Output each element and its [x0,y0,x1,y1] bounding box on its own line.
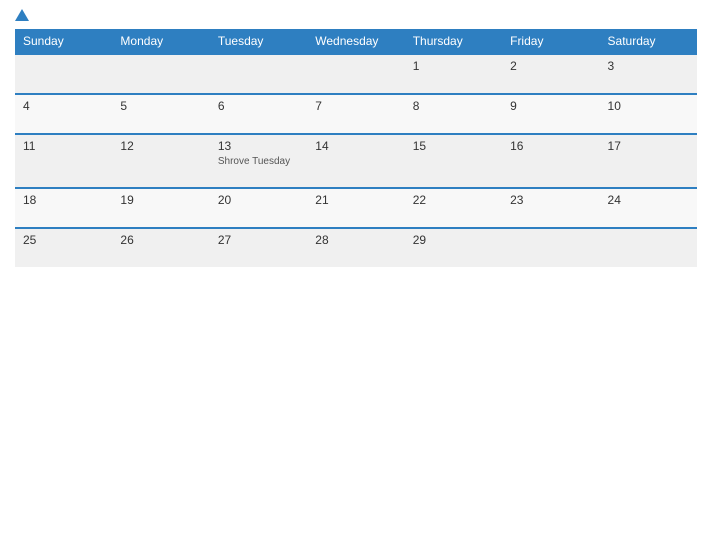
calendar-day-cell: 22 [405,188,502,228]
day-number: 4 [23,99,104,113]
calendar-week-row: 25 26 27 28 29 [15,228,697,267]
day-number: 12 [120,139,201,153]
day-number: 29 [413,233,494,247]
day-number: 9 [510,99,591,113]
calendar-header: Sunday Monday Tuesday Wednesday Thursday… [15,29,697,54]
logo-triangle-icon [15,9,29,21]
logo [15,10,31,21]
day-number: 11 [23,139,104,153]
header-wednesday: Wednesday [307,29,404,54]
day-number: 16 [510,139,591,153]
header-tuesday: Tuesday [210,29,307,54]
calendar-table: Sunday Monday Tuesday Wednesday Thursday… [15,29,697,267]
header-thursday: Thursday [405,29,502,54]
calendar-day-cell: 26 [112,228,209,267]
calendar-day-cell: 27 [210,228,307,267]
calendar-day-cell: 14 [307,134,404,188]
calendar-week-row: 4 5 6 7 8 9 10 [15,94,697,134]
day-number: 17 [608,139,689,153]
calendar-day-cell: 2 [502,54,599,94]
calendar-day-cell: 8 [405,94,502,134]
day-number: 25 [23,233,104,247]
day-number: 18 [23,193,104,207]
day-number: 10 [608,99,689,113]
day-number: 5 [120,99,201,113]
day-number: 2 [510,59,591,73]
calendar-day-cell [502,228,599,267]
calendar-day-cell [15,54,112,94]
day-number: 19 [120,193,201,207]
day-number: 22 [413,193,494,207]
header-sunday: Sunday [15,29,112,54]
calendar-day-cell: 9 [502,94,599,134]
calendar-day-cell: 1 [405,54,502,94]
calendar-day-cell: 10 [600,94,697,134]
logo-blue-text [15,10,31,21]
day-number: 13 [218,139,299,153]
calendar-day-cell [112,54,209,94]
calendar-day-cell: 17 [600,134,697,188]
calendar-day-cell: 19 [112,188,209,228]
calendar-day-cell [600,228,697,267]
calendar-day-cell [210,54,307,94]
calendar-day-cell [307,54,404,94]
day-number: 21 [315,193,396,207]
calendar-day-cell: 16 [502,134,599,188]
calendar-day-cell: 13 Shrove Tuesday [210,134,307,188]
calendar-day-cell: 12 [112,134,209,188]
calendar-day-cell: 3 [600,54,697,94]
calendar-day-cell: 5 [112,94,209,134]
calendar-week-row: 18 19 20 21 22 23 24 [15,188,697,228]
day-number: 3 [608,59,689,73]
day-number: 27 [218,233,299,247]
day-number: 26 [120,233,201,247]
header-monday: Monday [112,29,209,54]
calendar-day-cell: 29 [405,228,502,267]
day-number: 28 [315,233,396,247]
days-header-row: Sunday Monday Tuesday Wednesday Thursday… [15,29,697,54]
calendar-day-cell: 4 [15,94,112,134]
header-saturday: Saturday [600,29,697,54]
header-friday: Friday [502,29,599,54]
calendar-day-cell: 20 [210,188,307,228]
calendar-day-cell: 15 [405,134,502,188]
day-number: 1 [413,59,494,73]
day-number: 14 [315,139,396,153]
day-event: Shrove Tuesday [218,156,290,167]
calendar-week-row: 11 12 13 Shrove Tuesday 14 15 16 17 [15,134,697,188]
day-number: 20 [218,193,299,207]
calendar-day-cell: 11 [15,134,112,188]
calendar-day-cell: 28 [307,228,404,267]
calendar-page: Sunday Monday Tuesday Wednesday Thursday… [0,0,712,550]
day-number: 7 [315,99,396,113]
calendar-body: 12345678910111213Shrove Tuesday141516171… [15,54,697,267]
day-number: 15 [413,139,494,153]
calendar-day-cell: 25 [15,228,112,267]
calendar-day-cell: 24 [600,188,697,228]
day-number: 6 [218,99,299,113]
calendar-day-cell: 21 [307,188,404,228]
calendar-day-cell: 23 [502,188,599,228]
day-number: 8 [413,99,494,113]
calendar-week-row: 1 2 3 [15,54,697,94]
header [15,10,697,21]
calendar-day-cell: 18 [15,188,112,228]
day-number: 23 [510,193,591,207]
calendar-day-cell: 7 [307,94,404,134]
day-number: 24 [608,193,689,207]
calendar-day-cell: 6 [210,94,307,134]
